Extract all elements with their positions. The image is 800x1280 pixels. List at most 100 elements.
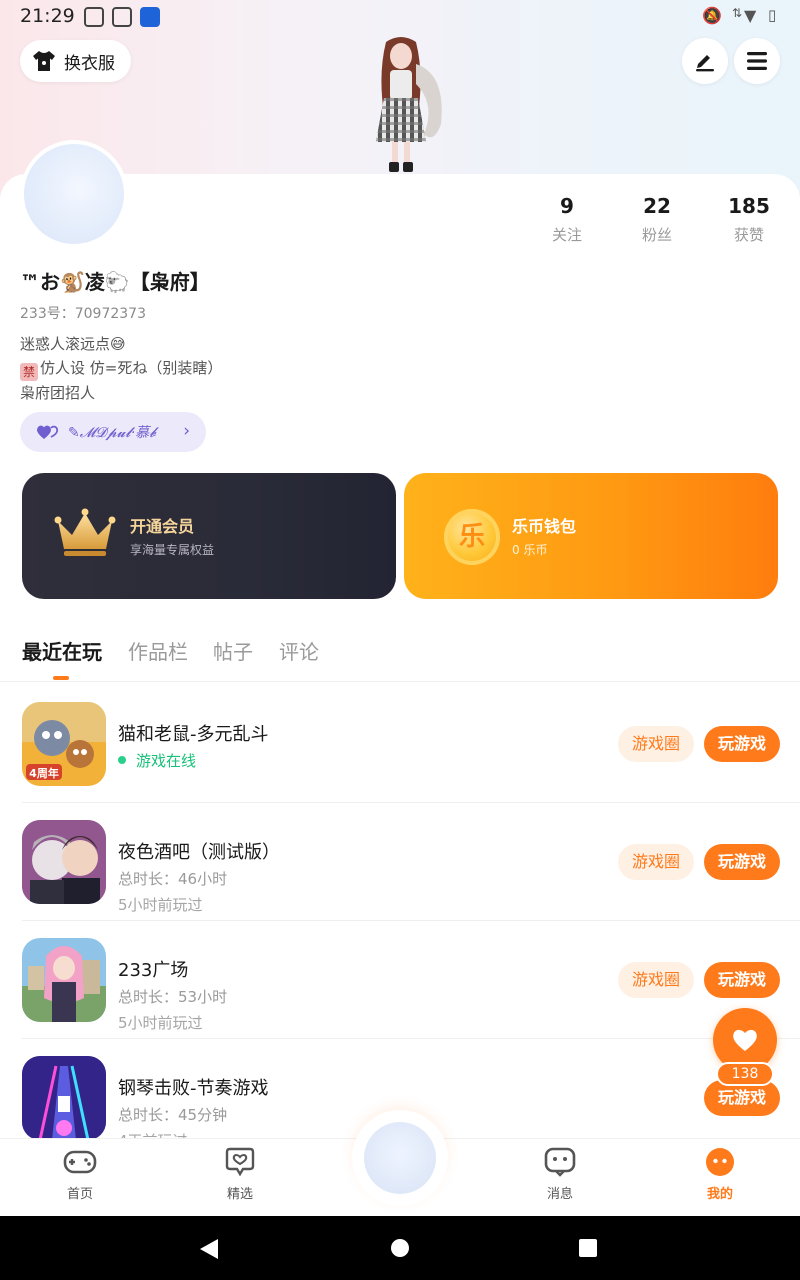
game-online-label: 游戏在线 [136, 752, 197, 770]
vip-membership-card[interactable]: 开通会员 享海量专属权益 [22, 473, 396, 599]
heart-icon [733, 1029, 757, 1051]
game-name: 猫和老鼠-多元乱斗 [118, 724, 269, 745]
tab-comments[interactable]: 评论 [279, 636, 319, 665]
stat-following[interactable]: 9 关注 [522, 194, 612, 245]
tab-divider [0, 681, 800, 682]
play-game-button[interactable]: 玩游戏 [704, 726, 780, 762]
game-circle-button[interactable]: 游戏圈 [618, 726, 694, 762]
security-shield-icon [140, 7, 160, 27]
anniversary-badge: 4周年 [29, 766, 59, 780]
game-icon-233-plaza [22, 938, 106, 1022]
user-nickname: ™お🐒凌🐑【枭府】 [20, 270, 210, 294]
row-divider [22, 802, 800, 803]
tab-works[interactable]: 作品栏 [128, 636, 188, 665]
game-playtime: 总时长：53小时 [118, 988, 228, 1006]
likes-count: 185 [728, 194, 770, 218]
nav-messages[interactable]: 消息 [520, 1147, 600, 1202]
data-arrows-icon: ⇅ [732, 6, 743, 20]
nav-home-label: 首页 [66, 1187, 93, 1202]
game-name: 夜色酒吧（测试版） [118, 842, 280, 863]
heart-chat-icon [225, 1147, 255, 1177]
status-bar: 21:29 🔕 ⇅ ▼ ▯ [0, 0, 800, 34]
change-clothes-label: 换衣服 [64, 53, 115, 74]
battery-icon: ▯ [768, 6, 777, 24]
edit-profile-button[interactable] [682, 38, 728, 84]
bio-line-text: 仿人设 仿=死ね（别装瞎） [40, 359, 223, 377]
play-game-button[interactable]: 玩游戏 [704, 962, 780, 998]
home-circle-icon[interactable] [390, 1238, 410, 1258]
likes-label: 获赞 [733, 226, 764, 244]
wallet-title: 乐币钱包 [512, 517, 577, 536]
hamburger-menu-icon [747, 52, 767, 70]
game-circle-button[interactable]: 游戏圈 [618, 962, 694, 998]
group-badge-pill[interactable]: ✎𝓜𝓓𝓹𝓾𝓵·慕𝓫 › [20, 412, 206, 452]
game-icon-night-bar [22, 820, 106, 904]
chevron-right-icon: › [183, 421, 190, 441]
followers-label: 粉丝 [641, 226, 672, 244]
status-time: 21:29 [20, 5, 75, 27]
nav-me[interactable]: 我的 [680, 1147, 760, 1202]
game-online-status: 游戏在线 [118, 750, 196, 771]
wallet-subtitle: 0 乐币 [512, 543, 548, 557]
character-avatar-figure[interactable] [346, 34, 456, 176]
game-last-played: 5小时前玩过 [118, 1014, 203, 1032]
game-name: 钢琴击败-节奏游戏 [118, 1078, 269, 1099]
game-playtime: 总时长：45分钟 [118, 1106, 228, 1124]
game-icon-tom-jerry: 4周年 [22, 702, 106, 786]
game-circle-button[interactable]: 游戏圈 [618, 844, 694, 880]
tab-posts[interactable]: 帖子 [213, 636, 253, 665]
nav-messages-label: 消息 [546, 1187, 573, 1202]
profile-tabs: 最近在玩 作品栏 帖子 评论 [0, 626, 800, 680]
play-game-button[interactable]: 玩游戏 [704, 844, 780, 880]
bio-line: 禁仿人设 仿=死ね（别装瞎） [20, 356, 222, 381]
nav-featured-label: 精选 [226, 1187, 253, 1202]
tshirt-icon [32, 50, 56, 72]
game-name: 233广场 [118, 960, 189, 981]
ban-badge: 禁 [20, 363, 38, 381]
stat-likes[interactable]: 185 获赞 [704, 194, 794, 245]
user-id[interactable]: 233号：70972373 [20, 303, 146, 323]
following-label: 关注 [551, 226, 582, 244]
game-last-played: 5小时前玩过 [118, 896, 203, 914]
nav-me-label: 我的 [706, 1187, 733, 1202]
center-avatar [364, 1122, 436, 1194]
like-count-badge: 138 [716, 1062, 774, 1086]
back-triangle-icon[interactable] [198, 1238, 220, 1260]
pencil-icon [696, 55, 714, 72]
nav-home[interactable]: 首页 [40, 1147, 120, 1202]
mute-bell-icon: 🔕 [702, 6, 722, 25]
nav-center-avatar-button[interactable] [352, 1110, 448, 1206]
le-coin-icon: 乐 [444, 509, 500, 565]
game-playtime: 总时长：46小时 [118, 870, 228, 888]
change-clothes-button[interactable]: 换衣服 [20, 40, 131, 82]
bio-line: 枭府团招人 [20, 384, 96, 402]
recents-square-icon[interactable] [578, 1238, 598, 1258]
wifi-icon: ▼ [744, 6, 757, 25]
wallet-card[interactable]: 乐 乐币钱包 0 乐币 [404, 473, 778, 599]
row-divider [22, 1038, 800, 1039]
double-heart-icon [37, 425, 58, 439]
row-divider [22, 920, 800, 921]
tab-recent-played[interactable]: 最近在玩 [22, 636, 102, 665]
following-count: 9 [560, 194, 574, 218]
message-icon [544, 1147, 576, 1177]
followers-count: 22 [643, 194, 671, 218]
game-icon-piano-beat [22, 1056, 106, 1140]
user-avatar[interactable] [20, 140, 128, 248]
shield-check-icon [84, 7, 104, 27]
crown-icon [54, 508, 116, 556]
nav-featured[interactable]: 精选 [200, 1147, 280, 1202]
active-tab-indicator [53, 676, 69, 680]
menu-button[interactable] [734, 38, 780, 84]
profile-face-icon [706, 1148, 734, 1176]
clipboard-icon [112, 7, 132, 27]
system-navigation-bar [0, 1216, 800, 1280]
vip-subtitle: 享海量专属权益 [130, 543, 215, 557]
user-bio: 迷惑人滚远点😅 禁仿人设 仿=死ね（别装瞎） 枭府团招人 [20, 332, 222, 405]
bio-line: 迷惑人滚远点😅 [20, 335, 126, 353]
stat-followers[interactable]: 22 粉丝 [612, 194, 702, 245]
group-label: ✎𝓜𝓓𝓹𝓾𝓵·慕𝓫 [68, 425, 157, 441]
gamepad-icon [63, 1150, 97, 1174]
online-dot-icon [118, 756, 126, 764]
vip-title: 开通会员 [130, 517, 195, 536]
